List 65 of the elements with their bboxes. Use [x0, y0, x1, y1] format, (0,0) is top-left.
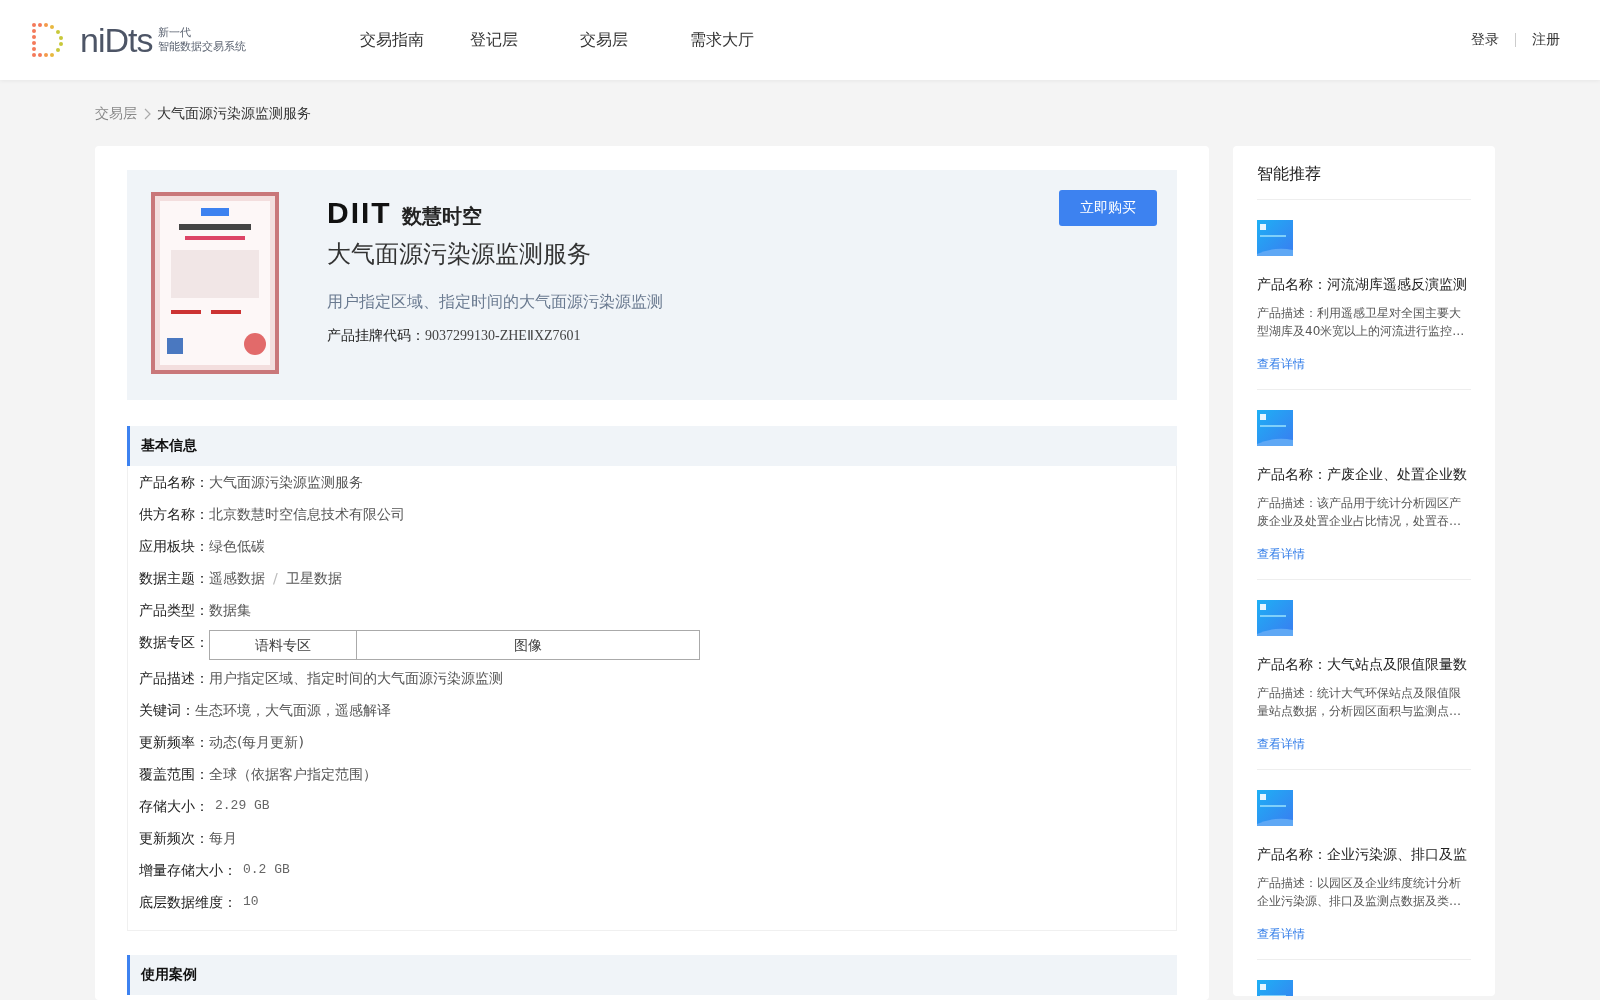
field-value: 卫星数据 — [285, 569, 342, 588]
field-label: 关键词： — [139, 701, 195, 720]
buy-button[interactable]: 立即购买 — [1059, 190, 1157, 226]
field-label: 产品类型： — [139, 601, 209, 620]
field-label: 数据专区： — [139, 633, 209, 652]
field-value: 每月 — [209, 829, 237, 848]
field-value: 大气面源污染源监测服务 — [209, 473, 363, 492]
tag-cell-text: 语料专区 — [254, 636, 312, 655]
logo-icon — [30, 21, 66, 59]
field-value: 2.29 GB — [215, 797, 270, 815]
logo-text: niDts — [80, 20, 153, 60]
product-subtitle: 用户指定区域、指定时间的大气面源污染源监测 — [327, 292, 663, 313]
product-description: 产品描述：利用遥感卫星对全国主要大型湖库及40米宽以上的河流进行监控… — [1257, 305, 1466, 340]
details-link[interactable]: 查看详情 — [1257, 926, 1471, 943]
brand-name: 数慧时空 — [401, 204, 482, 228]
field-value: 北京数慧时空信息技术有限公司 — [209, 505, 405, 524]
field-label: 产品描述： — [139, 669, 209, 688]
product-description: 产品描述：该产品用于统计分析园区产废企业及处置企业占比情况，处置吞… — [1257, 495, 1462, 530]
code-label: 产品挂牌代码： — [327, 327, 425, 345]
auth-link[interactable]: 注册 — [1532, 31, 1560, 49]
chevron-icon — [143, 108, 151, 120]
field-value: 0.2 GB — [243, 861, 290, 879]
logo-tagline: 新一代 — [158, 26, 193, 40]
nav-link[interactable]: 交易指南 — [360, 29, 470, 51]
brand-logo: DIIT — [327, 198, 392, 228]
product-title: 大气面源污染源监测服务 — [327, 239, 592, 270]
code-value: 9037299130-ZHEⅡXZ7601 — [425, 327, 581, 345]
details-link[interactable]: 查看详情 — [1257, 546, 1471, 563]
tag-cell: 图像 — [356, 631, 699, 659]
field-value: 用户指定区域、指定时间的大气面源污染源监测 — [209, 669, 503, 688]
auth-link[interactable]: 登录 — [1471, 31, 1499, 49]
details-link[interactable]: 查看详情 — [1257, 356, 1471, 373]
field-label: 增量存储大小： — [139, 861, 237, 880]
details-link[interactable]: 查看详情 — [1257, 736, 1471, 753]
product-name: 产品名称：企业污染源、排口及监 — [1257, 846, 1468, 864]
breadcrumb-link[interactable]: 大气面源污染源监测服务 — [157, 105, 311, 123]
field-label: 存储大小： — [139, 797, 209, 816]
product-description: 产品描述：以园区及企业纬度统计分析企业污染源、排口及监测点数据及类… — [1257, 875, 1462, 910]
field-label: 更新频次： — [139, 829, 209, 848]
field-value: 动态(每月更新) — [209, 733, 304, 752]
product-name: 产品名称：大气站点及限值限量数 — [1257, 656, 1468, 674]
field-value: 生态环境，大气面源，遥感解译 — [195, 701, 391, 720]
product-name: 产品名称：河流湖库遥感反演监测 — [1257, 276, 1468, 294]
nav-link[interactable]: 交易层 — [580, 29, 690, 51]
field-value: 数据集 — [209, 601, 251, 620]
section-title: 使用案例 — [127, 955, 1177, 995]
field-value: 遥感数据 — [209, 569, 265, 588]
section-title: 基本信息 — [127, 426, 1177, 466]
field-label: 应用板块： — [139, 537, 209, 556]
field-value: 全球（依据客户指定范围） — [209, 765, 377, 784]
field-label: 数据主题： — [139, 569, 209, 588]
product-description: 产品描述：统计大气环保站点及限值限量站点数据，分析园区面积与监测点… — [1257, 685, 1462, 720]
field-value: 10 — [243, 893, 259, 911]
nav-link[interactable]: 需求大厅 — [690, 29, 800, 51]
panel-title: 智能推荐 — [1257, 158, 1471, 200]
field-label: 覆盖范围： — [139, 765, 209, 784]
separator-text: / — [273, 569, 278, 588]
field-value: 绿色低碳 — [209, 537, 265, 556]
field-label: 底层数据维度： — [139, 893, 237, 912]
product-name: 产品名称：产废企业、处置企业数 — [1257, 466, 1468, 484]
field-label: 产品名称： — [139, 473, 209, 492]
field-label: 更新频率： — [139, 733, 209, 752]
field-label: 供方名称： — [139, 505, 209, 524]
nav-link[interactable]: 登记层 — [470, 29, 580, 51]
logo-tagline: 智能数据交易系统 — [158, 40, 247, 54]
